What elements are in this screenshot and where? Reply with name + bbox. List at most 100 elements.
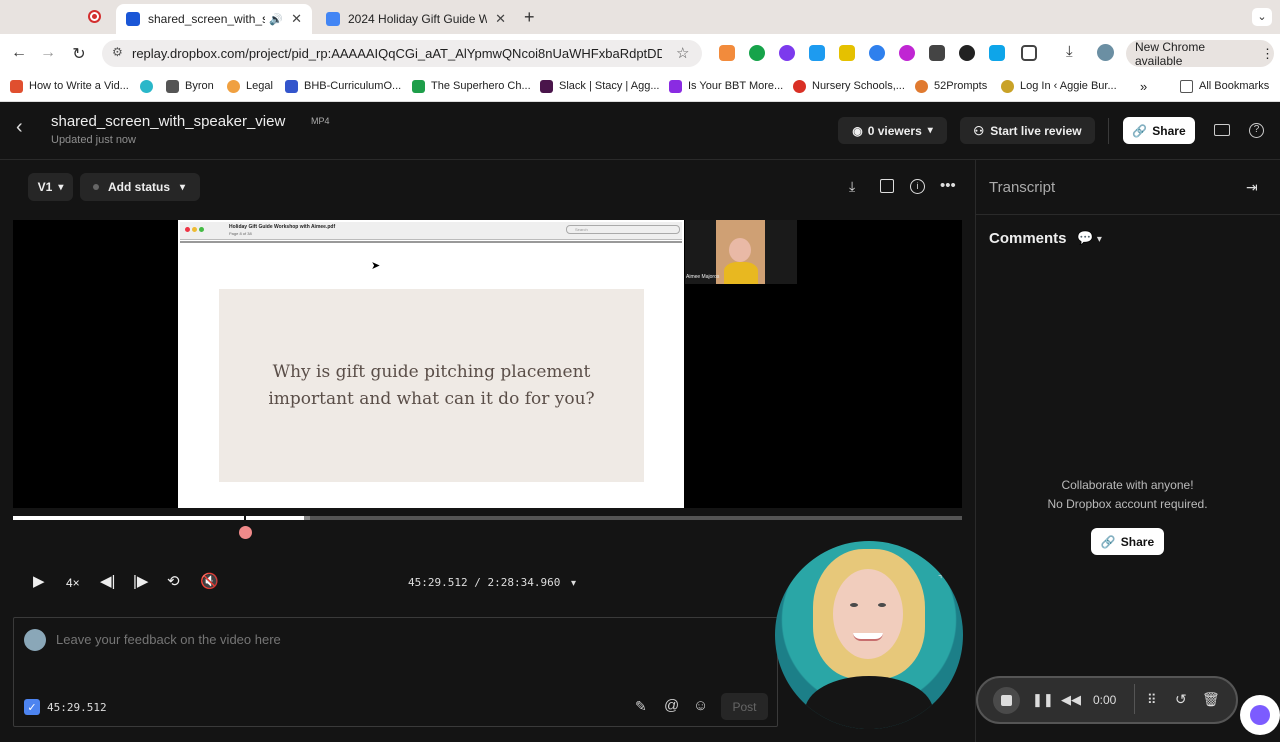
- live-review-label: Start live review: [990, 123, 1082, 138]
- tab-title: 2024 Holiday Gift Guide Work: [348, 12, 488, 26]
- link-icon: 🔗: [1132, 123, 1148, 138]
- rewind-icon[interactable]: ◀◀: [1061, 692, 1081, 708]
- live-review-icon: ⚇: [973, 123, 985, 138]
- post-button[interactable]: Post: [721, 693, 768, 720]
- more-options-icon[interactable]: •••: [940, 177, 956, 194]
- add-status-button[interactable]: Add status ▾: [80, 173, 200, 201]
- address-bar[interactable]: ⚙ replay.dropbox.com/project/pid_rp:AAAA…: [102, 40, 702, 67]
- bookmark-item[interactable]: Is Your BBT More...: [669, 78, 783, 94]
- extension-icon[interactable]: [809, 45, 825, 61]
- version-selector[interactable]: V1 ▾: [28, 173, 73, 201]
- bookmark-item[interactable]: Legal: [227, 78, 273, 94]
- bookmark-item[interactable]: 52Prompts: [915, 78, 987, 94]
- tab-gift-guide-doc[interactable]: 2024 Holiday Gift Guide Work ✕: [316, 4, 516, 34]
- keyboard-shortcuts-icon[interactable]: [1214, 124, 1230, 136]
- trash-icon[interactable]: 🗑: [1202, 691, 1220, 708]
- draw-annotation-icon[interactable]: ✎: [635, 698, 647, 715]
- more-bookmarks-chevron[interactable]: »: [1140, 78, 1147, 94]
- new-chrome-available-button[interactable]: New Chrome available ⋮: [1126, 40, 1274, 68]
- mute-icon[interactable]: 🔇: [200, 572, 219, 590]
- dropbox-replay-favicon-icon: [126, 12, 140, 26]
- file-type-badge: MP4: [311, 116, 330, 126]
- extension-icon[interactable]: [989, 45, 1005, 61]
- bookmark-item[interactable]: How to Write a Vid...: [10, 78, 129, 94]
- previous-frame-icon[interactable]: ◀|: [100, 572, 115, 590]
- bookmark-item[interactable]: The Superhero Ch...: [412, 78, 531, 94]
- export-frame-icon[interactable]: [880, 179, 894, 193]
- transcript-tab[interactable]: Transcript: [989, 179, 1055, 196]
- bookmark-item[interactable]: BHB-CurriculumO...: [285, 78, 401, 94]
- play-icon[interactable]: ▶: [33, 572, 45, 590]
- timeline-played: [13, 516, 245, 520]
- loop-icon[interactable]: ⟲: [167, 572, 180, 590]
- downloads-icon[interactable]: ⤓: [1066, 43, 1073, 60]
- restart-icon[interactable]: ↺: [1175, 691, 1187, 708]
- playback-speed-button[interactable]: 4×: [66, 576, 80, 590]
- speaker-audio-icon[interactable]: 🔊: [269, 13, 283, 26]
- recording-timer: 0:00: [1093, 693, 1117, 707]
- pause-icon[interactable]: ❚❚: [1032, 692, 1054, 708]
- stop-recording-button[interactable]: [993, 687, 1020, 714]
- back-arrow-icon[interactable]: ←: [9, 44, 29, 62]
- slide-card: Why is gift guide pitching placement imp…: [219, 289, 644, 482]
- bookmark-item[interactable]: Log In ‹ Aggie Bur...: [1001, 78, 1117, 94]
- forward-arrow-icon[interactable]: →: [38, 44, 58, 62]
- playhead[interactable]: [244, 514, 246, 522]
- sidebar-share-button[interactable]: 🔗 Share: [1091, 528, 1164, 555]
- extension-icon[interactable]: [839, 45, 855, 61]
- recording-indicator-icon[interactable]: [88, 10, 101, 23]
- close-tab-icon[interactable]: ✕: [495, 11, 506, 27]
- pdf-viewer-toolbar: Holiday Gift Guide Workshop with Aimee.p…: [180, 222, 682, 240]
- bookmark-item[interactable]: Nursery Schools,...: [793, 78, 905, 94]
- bookmark-label: Slack | Stacy | Agg...: [559, 80, 660, 92]
- help-icon[interactable]: ?: [1249, 123, 1264, 138]
- comment-input[interactable]: [56, 632, 456, 647]
- drag-handle-icon[interactable]: ⠿: [1147, 692, 1157, 708]
- emoji-icon[interactable]: ☺: [693, 697, 708, 714]
- updated-status: Updated just now: [51, 134, 136, 146]
- info-icon[interactable]: i: [910, 179, 925, 194]
- reload-icon[interactable]: ↻: [69, 44, 89, 64]
- mention-icon[interactable]: @: [664, 697, 679, 714]
- header-divider: [1108, 118, 1109, 144]
- new-tab-button[interactable]: +: [524, 7, 535, 28]
- collapse-panel-icon[interactable]: ⇥: [1246, 179, 1258, 196]
- bookmark-label: BHB-CurriculumO...: [304, 80, 402, 92]
- bookmark-item[interactable]: Slack | Stacy | Agg...: [540, 78, 659, 94]
- extension-icon[interactable]: [869, 45, 885, 61]
- close-tab-icon[interactable]: ✕: [291, 11, 302, 27]
- extensions-puzzle-icon[interactable]: [1021, 45, 1037, 61]
- back-chevron-icon[interactable]: ‹: [16, 116, 23, 139]
- grammarly-extension-icon[interactable]: [749, 45, 765, 61]
- viewers-button[interactable]: ◉ 0 viewers ▾: [838, 117, 947, 144]
- webcam-resize-handle-icon[interactable]: ⌝: [938, 574, 942, 585]
- next-frame-icon[interactable]: |▶: [133, 572, 148, 590]
- webcam-bubble[interactable]: [775, 541, 963, 729]
- assistant-bubble-icon[interactable]: [1240, 695, 1280, 735]
- site-info-icon[interactable]: ⚙: [112, 45, 123, 59]
- profile-avatar[interactable]: [1097, 44, 1114, 61]
- bookmark-star-icon[interactable]: ☆: [676, 44, 689, 62]
- tab-dropbox-replay[interactable]: shared_screen_with_spe 🔊 ✕: [116, 4, 312, 34]
- extension-icon[interactable]: [959, 45, 975, 61]
- start-live-review-button[interactable]: ⚇ Start live review: [960, 117, 1095, 144]
- comments-filter-button[interactable]: 💬 ▾: [1077, 230, 1102, 246]
- extension-icon[interactable]: [779, 45, 795, 61]
- timecode-text: 45:29.512 / 2:28:34.960: [408, 576, 561, 589]
- timecode[interactable]: 45:29.512 / 2:28:34.960 ▾: [408, 576, 576, 589]
- share-button[interactable]: 🔗 Share: [1123, 117, 1195, 144]
- all-bookmarks-folder[interactable]: All Bookmarks: [1180, 78, 1269, 94]
- tab-search-chevron-icon[interactable]: ⌄: [1252, 8, 1272, 26]
- extension-icon[interactable]: [899, 45, 915, 61]
- timestamp-checkbox[interactable]: ✓: [24, 699, 40, 715]
- mouse-cursor-icon: ➤: [371, 260, 381, 272]
- extension-icon[interactable]: [929, 45, 945, 61]
- bookmark-item[interactable]: [140, 78, 159, 94]
- bookmark-label: Is Your BBT More...: [688, 80, 784, 92]
- extension-icon[interactable]: [719, 45, 735, 61]
- window-close-dot-icon: [185, 227, 190, 232]
- bookmark-item[interactable]: Byron: [166, 78, 214, 94]
- comment-marker[interactable]: [239, 526, 252, 539]
- link-icon: 🔗: [1100, 534, 1116, 549]
- download-icon[interactable]: ⤓: [849, 178, 855, 195]
